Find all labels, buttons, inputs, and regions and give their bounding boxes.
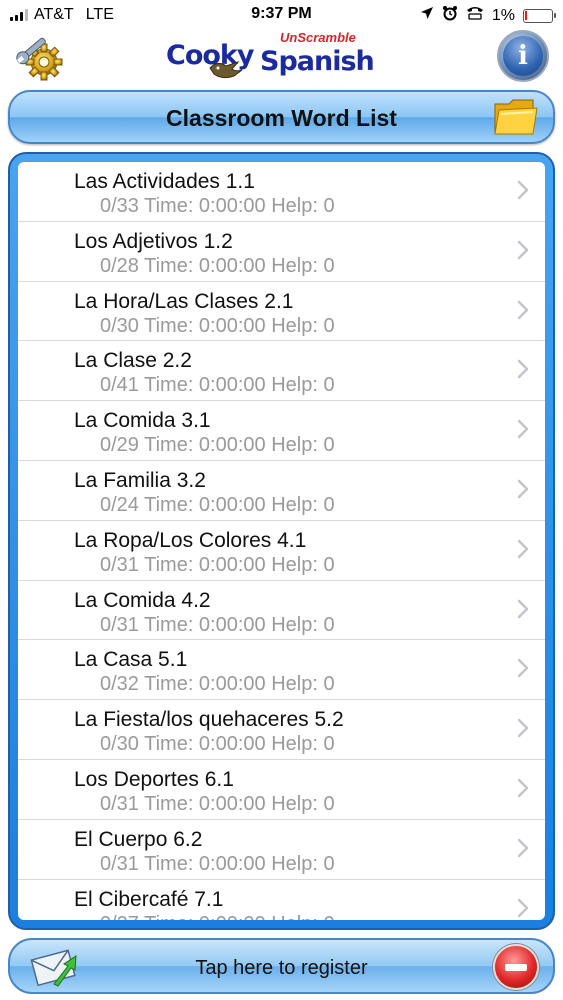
list-item[interactable]: Los Deportes 6.1 0/31 Time: 0:00:00 Help:…: [18, 760, 545, 820]
tty-icon: [466, 6, 484, 25]
page-title: Classroom Word List: [166, 105, 397, 131]
lesson-stats: 0/31 Time: 0:00:00 Help: 0: [100, 613, 335, 636]
list-item[interactable]: Las Actividades 1.1 0/33 Time: 0:00:00 He…: [18, 162, 545, 222]
lesson-name: La Familia 3.2: [74, 468, 206, 492]
battery-percent: 1%: [491, 6, 515, 24]
list-item[interactable]: Los Adjetivos 1.2 0/28 Time: 0:00:00 Help…: [18, 222, 545, 282]
chevron-right-icon: [517, 718, 529, 738]
register-label: Tap here to register: [195, 957, 368, 979]
chevron-right-icon: [517, 180, 529, 200]
status-right: 1%: [420, 5, 556, 26]
lesson-stats: 0/29 Time: 0:00:00 Help: 0: [100, 434, 335, 457]
list-item[interactable]: La Hora/Las Clases 2.1 0/30 Time: 0:00:00…: [18, 282, 545, 342]
chevron-right-icon: [517, 240, 529, 260]
lesson-stats: 0/30 Time: 0:00:00 Help: 0: [100, 733, 335, 756]
list-item[interactable]: La Ropa/Los Colores 4.1 0/31 Time: 0:00:0…: [18, 521, 545, 581]
logo-spanish-text: Spanish: [260, 46, 375, 77]
lesson-stats: 0/31 Time: 0:00:00 Help: 0: [100, 553, 335, 576]
chevron-right-icon: [517, 599, 529, 619]
lesson-name: La Comida 4.2: [74, 588, 211, 612]
lesson-name: La Casa 5.1: [74, 648, 188, 672]
chevron-right-icon: [517, 300, 529, 320]
chevron-right-icon: [517, 539, 529, 559]
chevron-right-icon: [517, 658, 529, 678]
chevron-right-icon: [517, 838, 529, 858]
logo-unscramble-text: UnScramble: [280, 30, 356, 45]
lesson-stats: 0/24 Time: 0:00:00 Help: 0: [100, 493, 335, 516]
title-bar: Classroom Word List: [8, 90, 555, 144]
app-header: UnScramble Cooky Spanish i: [0, 30, 563, 85]
chevron-right-icon: [517, 479, 529, 499]
lesson-name: El Cibercafé 7.1: [74, 887, 224, 911]
battery-icon: [523, 8, 556, 23]
lesson-name: El Cuerpo 6.2: [74, 827, 203, 851]
lesson-name: Las Actividades 1.1: [74, 170, 255, 193]
list-item[interactable]: El Cuerpo 6.2 0/31 Time: 0:00:00 Help: 0: [18, 820, 545, 880]
lesson-list-panel: Las Actividades 1.1 0/33 Time: 0:00:00 He…: [8, 152, 555, 930]
lesson-name: La Ropa/Los Colores 4.1: [74, 528, 307, 552]
lesson-name: Los Deportes 6.1: [74, 767, 234, 791]
list-item[interactable]: La Fiesta/los quehaceres 5.2 0/30 Time: 0…: [18, 700, 545, 760]
list-item[interactable]: La Casa 5.1 0/32 Time: 0:00:00 Help: 0: [18, 640, 545, 701]
list-item[interactable]: La Comida 3.1 0/29 Time: 0:00:00 Help: 0: [18, 401, 545, 461]
list-item[interactable]: La Familia 3.2 0/24 Time: 0:00:00 Help: 0: [18, 461, 545, 521]
info-glyph: i: [503, 36, 543, 76]
chevron-right-icon: [517, 778, 529, 798]
lesson-stats: 0/31 Time: 0:00:00 Help: 0: [100, 792, 335, 815]
lesson-name: La Comida 3.1: [74, 409, 211, 433]
gear-wrench-icon[interactable]: [12, 32, 68, 82]
bird-icon: [209, 60, 243, 79]
lesson-stats: 0/33 Time: 0:00:00 Help: 0: [100, 195, 335, 217]
list-item[interactable]: El Cibercafé 7.1 0/27 Time: 0:00:00 Help:…: [18, 880, 545, 920]
list-item[interactable]: La Clase 2.2 0/41 Time: 0:00:00 Help: 0: [18, 341, 545, 402]
lesson-stats: 0/30 Time: 0:00:00 Help: 0: [100, 314, 335, 337]
lesson-stats: 0/27 Time: 0:00:00 Help: 0: [100, 913, 335, 920]
lesson-stats: 0/31 Time: 0:00:00 Help: 0: [100, 852, 335, 875]
lesson-name: Los Adjetivos 1.2: [74, 229, 233, 253]
lesson-name: La Fiesta/los quehaceres 5.2: [74, 708, 344, 732]
lesson-stats: 0/32 Time: 0:00:00 Help: 0: [100, 673, 335, 696]
info-icon[interactable]: i: [497, 30, 549, 82]
folder-icon[interactable]: [493, 96, 539, 138]
status-bar: AT&T LTE 9:37 PM 1%: [0, 0, 563, 30]
register-button[interactable]: Tap here to register: [8, 938, 555, 994]
lesson-stats: 0/41 Time: 0:00:00 Help: 0: [100, 374, 335, 397]
lesson-stats: 0/28 Time: 0:00:00 Help: 0: [100, 254, 335, 277]
alarm-icon: [442, 5, 458, 26]
stop-icon[interactable]: [493, 944, 539, 990]
chevron-right-icon: [517, 359, 529, 379]
chevron-right-icon: [517, 898, 529, 918]
location-icon: [420, 6, 434, 25]
lesson-name: La Clase 2.2: [74, 349, 192, 373]
lesson-name: La Hora/Las Clases 2.1: [74, 289, 294, 313]
chevron-right-icon: [517, 419, 529, 439]
app-logo: UnScramble Cooky Spanish: [160, 30, 405, 85]
lesson-list[interactable]: Las Actividades 1.1 0/33 Time: 0:00:00 He…: [18, 162, 545, 920]
list-item[interactable]: La Comida 4.2 0/31 Time: 0:00:00 Help: 0: [18, 581, 545, 641]
